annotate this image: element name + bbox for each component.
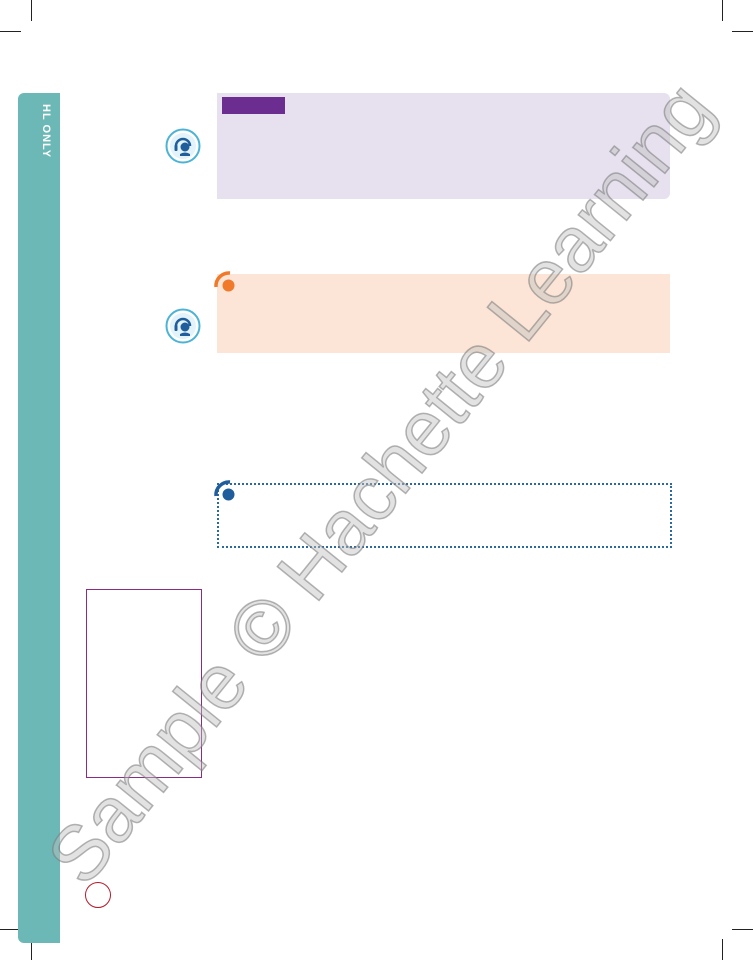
hl-only-label: HL ONLY xyxy=(40,104,52,159)
crop-mark xyxy=(722,939,723,960)
crop-mark xyxy=(31,0,32,21)
headset-icon xyxy=(165,308,201,344)
crop-mark xyxy=(732,31,753,32)
crop-mark xyxy=(0,31,21,32)
crop-mark xyxy=(722,0,723,21)
purple-box-tab xyxy=(222,97,285,114)
orange-dot-marker-icon xyxy=(214,271,235,292)
blue-dot-marker-icon xyxy=(214,480,235,501)
crop-mark xyxy=(732,929,753,930)
headset-icon xyxy=(165,128,201,164)
